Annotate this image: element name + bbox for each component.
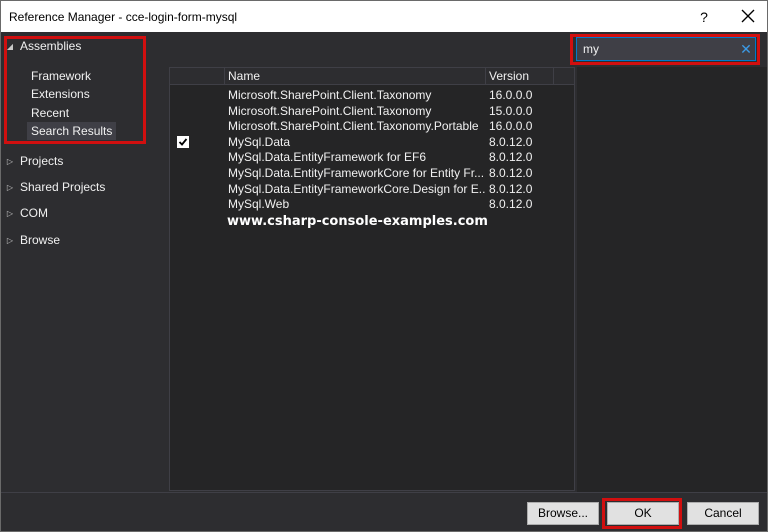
grid-header: Name Version bbox=[170, 68, 574, 85]
assembly-version: 8.0.12.0 bbox=[489, 135, 533, 149]
assembly-version: 8.0.12.0 bbox=[489, 166, 533, 180]
assembly-name: MySql.Data.EntityFrameworkCore for Entit… bbox=[228, 166, 485, 180]
table-row[interactable]: Microsoft.SharePoint.Client.Taxonomy.Por… bbox=[170, 118, 574, 134]
nav-item-search-results[interactable]: Search Results bbox=[27, 122, 117, 140]
assembly-name: MySql.Data.EntityFramework for EF6 bbox=[228, 150, 427, 164]
table-row[interactable]: MySql.Data.EntityFramework for EF6 8.0.12… bbox=[170, 149, 574, 165]
table-row[interactable]: MySql.Data.EntityFrameworkCore for Entit… bbox=[170, 165, 574, 181]
table-row[interactable]: MySql.Data.EntityFrameworkCore.Design fo… bbox=[170, 181, 574, 197]
nav-browse[interactable]: ▷ Browse bbox=[1, 231, 60, 249]
expanded-arrow-icon: ◢ bbox=[6, 41, 14, 51]
assembly-name: Microsoft.SharePoint.Client.Taxonomy bbox=[228, 88, 432, 102]
nav-projects[interactable]: ▷ Projects bbox=[1, 152, 63, 170]
cancel-button[interactable]: Cancel bbox=[687, 502, 759, 525]
assembly-version: 15.0.0.0 bbox=[489, 104, 533, 118]
table-row[interactable]: Microsoft.SharePoint.Client.Taxonomy 16.0… bbox=[170, 87, 574, 103]
reference-manager-window: Reference Manager - cce-login-form-mysql… bbox=[0, 0, 768, 532]
assembly-name: MySql.Data bbox=[228, 135, 291, 149]
assembly-version: 8.0.12.0 bbox=[489, 150, 533, 164]
column-header-name[interactable]: Name bbox=[224, 68, 260, 84]
nav-browse-label: Browse bbox=[20, 233, 61, 247]
assembly-name: MySql.Data.EntityFrameworkCore.Design fo… bbox=[228, 182, 486, 196]
assembly-name: Microsoft.SharePoint.Client.Taxonomy.Por… bbox=[228, 119, 479, 133]
browse-button[interactable]: Browse... bbox=[527, 502, 599, 525]
nav-assemblies-label: Assemblies bbox=[20, 39, 82, 53]
details-pane bbox=[577, 67, 767, 492]
assembly-version: 16.0.0.0 bbox=[489, 88, 533, 102]
close-icon[interactable] bbox=[737, 5, 759, 27]
checkbox-checked-icon[interactable] bbox=[177, 136, 189, 148]
assembly-version: 8.0.12.0 bbox=[489, 182, 533, 196]
nav-assemblies[interactable]: ◢ Assemblies bbox=[1, 37, 81, 55]
nav-item-framework[interactable]: Framework bbox=[31, 67, 91, 85]
left-navigation: ◢ Assemblies Framework Extensions Recent… bbox=[1, 32, 165, 492]
column-header-version[interactable]: Version bbox=[485, 68, 529, 84]
nav-com[interactable]: ▷ COM bbox=[1, 204, 48, 222]
collapsed-arrow-icon: ▷ bbox=[6, 208, 14, 218]
collapsed-arrow-icon: ▷ bbox=[6, 235, 14, 245]
nav-item-extensions[interactable]: Extensions bbox=[31, 85, 90, 103]
assembly-name: MySql.Web bbox=[228, 197, 290, 211]
column-separator bbox=[553, 68, 554, 84]
nav-projects-label: Projects bbox=[20, 154, 64, 168]
collapsed-arrow-icon: ▷ bbox=[6, 182, 14, 192]
search-input[interactable]: my ✕ bbox=[576, 37, 756, 61]
assembly-name: Microsoft.SharePoint.Client.Taxonomy bbox=[228, 104, 432, 118]
nav-shared-projects-label: Shared Projects bbox=[20, 180, 106, 194]
button-bar: Browse... OK Cancel bbox=[1, 492, 767, 531]
nav-item-recent[interactable]: Recent bbox=[31, 104, 69, 122]
window-title: Reference Manager - cce-login-form-mysql bbox=[9, 10, 238, 24]
assembly-grid: Name Version Microsoft.SharePoint.Client… bbox=[169, 67, 575, 491]
help-button[interactable]: ? bbox=[695, 7, 713, 27]
title-bar: Reference Manager - cce-login-form-mysql… bbox=[1, 1, 767, 32]
assembly-version: 8.0.12.0 bbox=[489, 197, 533, 211]
clear-icon[interactable]: ✕ bbox=[737, 39, 755, 59]
table-row[interactable]: Microsoft.SharePoint.Client.Taxonomy 15.0… bbox=[170, 103, 574, 119]
collapsed-arrow-icon: ▷ bbox=[6, 156, 14, 166]
nav-com-label: COM bbox=[20, 206, 48, 220]
ok-button[interactable]: OK bbox=[607, 502, 679, 525]
table-row[interactable]: MySql.Data 8.0.12.0 bbox=[170, 134, 574, 150]
assembly-version: 16.0.0.0 bbox=[489, 119, 533, 133]
search-input-value[interactable]: my bbox=[577, 42, 737, 56]
table-row[interactable]: MySql.Web 8.0.12.0 bbox=[170, 196, 574, 212]
nav-shared-projects[interactable]: ▷ Shared Projects bbox=[1, 178, 105, 196]
watermark-text: www.csharp-console-examples.com bbox=[227, 214, 488, 229]
